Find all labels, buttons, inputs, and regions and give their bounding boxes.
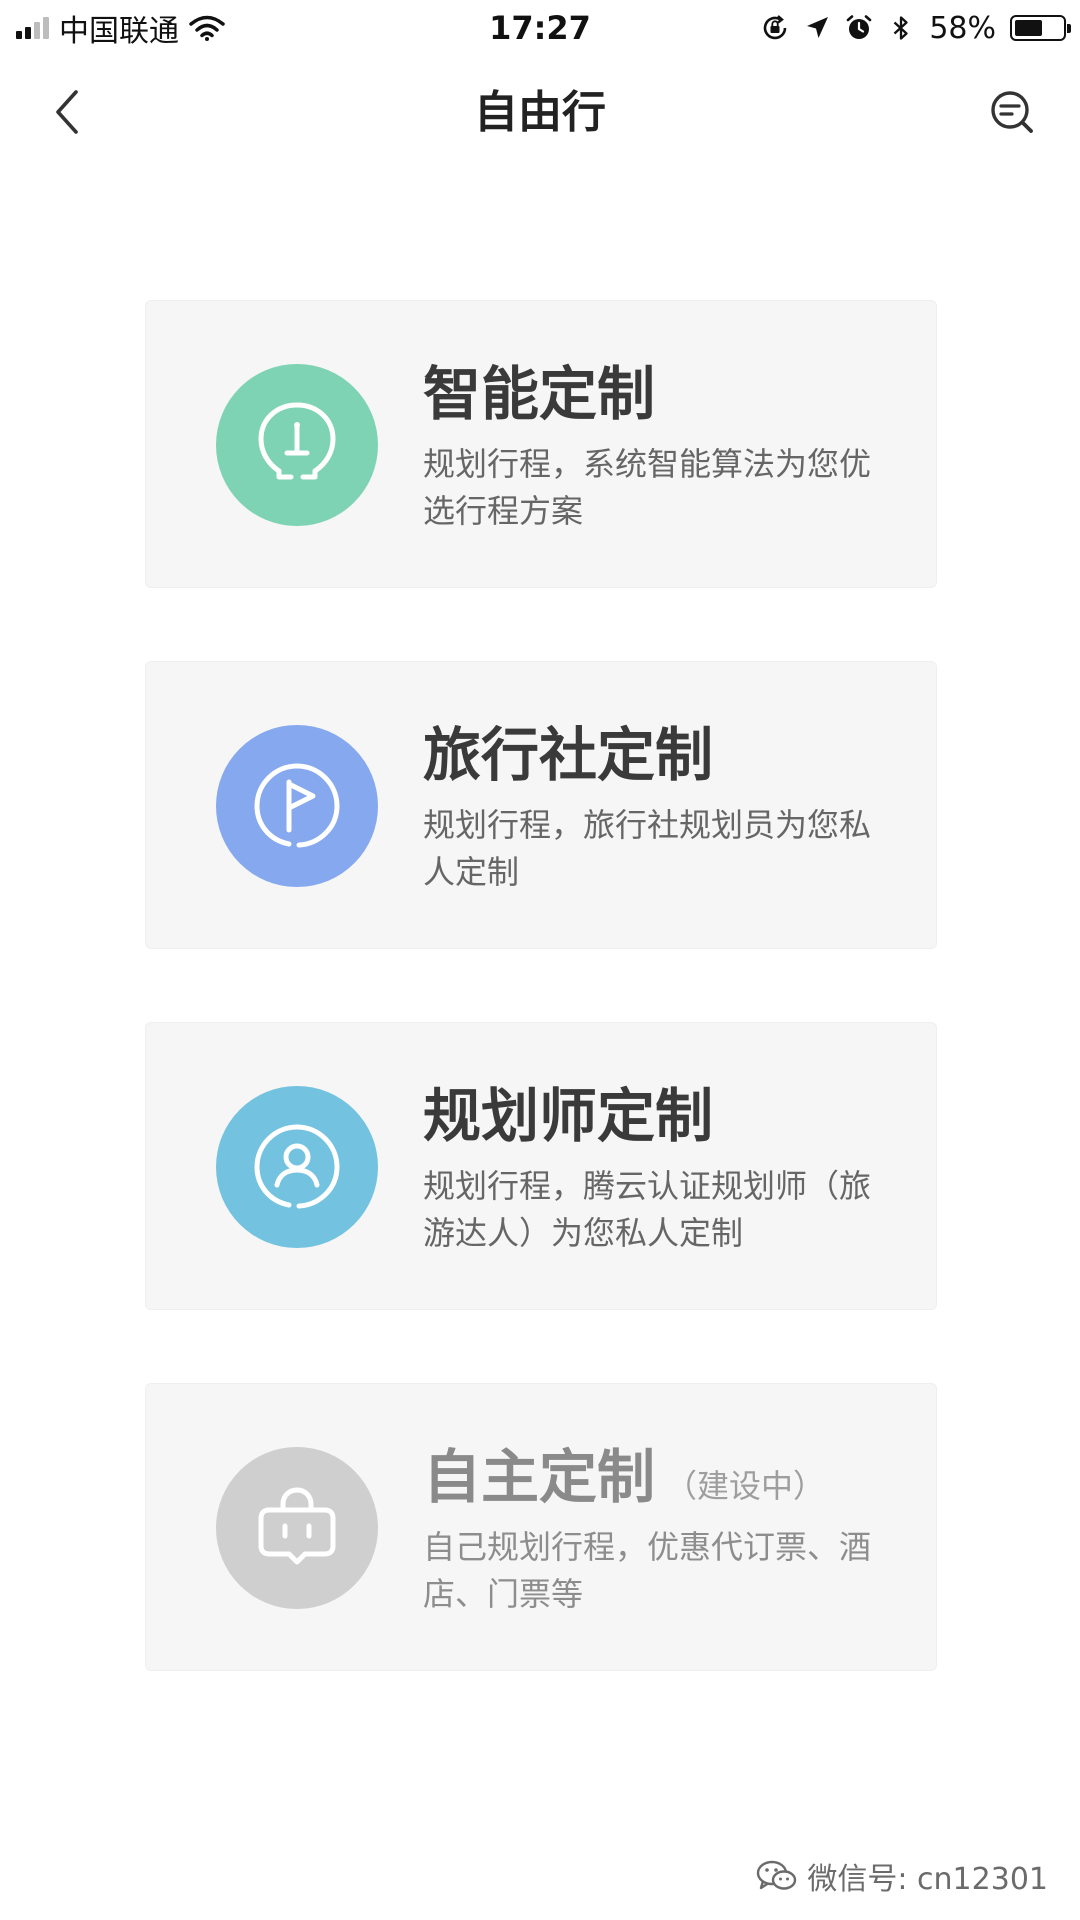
card-planner-custom[interactable]: 规划师定制 规划行程，腾云认证规划师（旅游达人）为您私人定制: [145, 1022, 937, 1310]
wechat-watermark: 微信号: cn12301: [755, 1854, 1048, 1898]
card-icon-circle: [216, 1086, 378, 1248]
alarm-icon: [847, 15, 872, 39]
search-list-icon: [991, 91, 1033, 133]
card-description: 自己规划行程，优惠代订票、酒店、门票等: [423, 1528, 872, 1613]
card-title: 智能定制: [423, 359, 665, 438]
rotation-lock-icon: [764, 15, 787, 40]
card-title-text: 旅行社定制: [423, 721, 714, 789]
nav-bar: 自由行: [0, 56, 1080, 166]
card-title: 自主定制 （建设中）: [423, 1442, 825, 1521]
card-description: 规划行程，旅行社规划员为您私人定制: [423, 806, 872, 891]
bag-icon: [258, 1487, 336, 1565]
card-self-custom: 自主定制 （建设中） 自己规划行程，优惠代订票、酒店、门票等: [145, 1383, 937, 1671]
status-right: 58%: [761, 8, 1071, 48]
card-title-text: 自主定制: [423, 1443, 656, 1511]
page-title: 自由行: [474, 87, 606, 138]
card-title: 规划师定制: [423, 1081, 723, 1160]
watermark-text: 微信号: cn12301: [807, 1862, 1048, 1897]
card-title-text: 规划师定制: [423, 1082, 714, 1150]
lightbulb-icon: [258, 402, 336, 480]
wechat-icon: [757, 1860, 797, 1890]
card-agency-custom[interactable]: 旅行社定制 规划行程，旅行社规划员为您私人定制: [145, 661, 937, 949]
battery-fill: [1015, 20, 1042, 36]
card-icon-circle: [216, 1447, 378, 1609]
location-icon: [807, 17, 829, 38]
battery-icon: [1010, 15, 1071, 41]
card-icon-circle: [216, 364, 378, 526]
card-icon-circle: [216, 725, 378, 887]
bluetooth-icon: [894, 16, 908, 40]
card-title-suffix: （建设中）: [665, 1467, 826, 1505]
card-smart-custom[interactable]: 智能定制 规划行程，系统智能算法为您优选行程方案: [145, 300, 937, 588]
card-description: 规划行程，腾云认证规划师（旅游达人）为您私人定制: [423, 1167, 872, 1252]
card-title-text: 智能定制: [423, 360, 656, 428]
card-description: 规划行程，系统智能算法为您优选行程方案: [423, 445, 872, 530]
search-list-button[interactable]: [984, 84, 1040, 140]
flag-icon: [254, 763, 340, 848]
person-icon: [254, 1124, 340, 1209]
status-bar: 中国联通 17:27 58%: [0, 0, 1080, 56]
battery-percent: 58%: [929, 10, 996, 46]
card-title: 旅行社定制: [423, 720, 723, 799]
